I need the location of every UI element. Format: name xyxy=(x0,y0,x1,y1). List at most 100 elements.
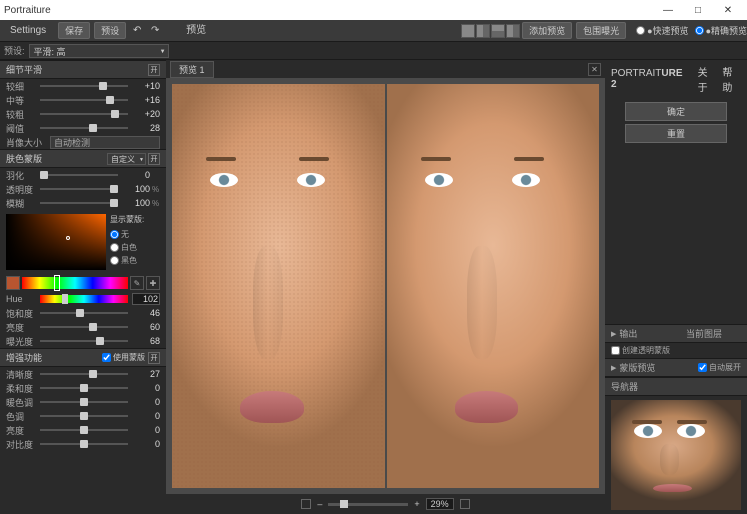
slider-value: 28 xyxy=(132,123,160,133)
undo-icon[interactable]: ↶ xyxy=(130,24,144,38)
slider-track[interactable] xyxy=(40,401,128,403)
zoom-in-button[interactable]: + xyxy=(414,499,419,509)
enhance-expand-icon[interactable]: 开 xyxy=(148,352,160,364)
fit-icon[interactable] xyxy=(301,499,311,509)
preview-tab[interactable]: 预览 xyxy=(176,20,216,42)
mask-none-radio[interactable]: 无 xyxy=(110,229,144,240)
slider-track[interactable] xyxy=(40,202,118,204)
slider-track[interactable] xyxy=(40,443,128,445)
color-gradient-picker[interactable] xyxy=(6,214,106,270)
enhance-header: 增强功能 xyxy=(6,351,42,364)
hue-value[interactable]: 102 xyxy=(132,293,160,305)
view-single-icon[interactable] xyxy=(461,24,475,38)
slider-value: 27 xyxy=(132,369,160,379)
view-mode-buttons xyxy=(461,24,520,38)
slider-track[interactable] xyxy=(40,415,128,417)
mask-mode-dropdown[interactable]: 自定义 xyxy=(107,153,146,165)
preset-button[interactable]: 预设 xyxy=(94,22,126,39)
slider-track[interactable] xyxy=(40,85,128,87)
preset-label: 预设: xyxy=(0,44,29,57)
color-swatch[interactable] xyxy=(6,276,20,290)
mask-header: 肤色蒙版 xyxy=(6,152,42,165)
bracket-button[interactable]: 包围曝光 xyxy=(576,22,626,39)
brand-text: PORTRAITURE 2 xyxy=(611,68,686,90)
maximize-button[interactable]: □ xyxy=(683,5,713,16)
mask-black-radio[interactable]: 黑色 xyxy=(110,255,144,266)
slider-value: 0 xyxy=(132,411,160,421)
reset-button[interactable]: 重置 xyxy=(625,124,727,143)
preview-tab-1[interactable]: 预览 1 xyxy=(170,61,214,78)
navigator-thumbnail[interactable] xyxy=(611,400,741,510)
slider-track[interactable] xyxy=(40,340,128,342)
close-tab-icon[interactable]: ✕ xyxy=(588,63,601,76)
close-button[interactable]: ✕ xyxy=(713,5,743,16)
save-button[interactable]: 保存 xyxy=(58,22,90,39)
zoom-slider[interactable] xyxy=(328,503,408,506)
quick-preview-radio[interactable]: ●快速预览 xyxy=(636,24,688,37)
detail-expand-icon[interactable]: 开 xyxy=(148,64,160,76)
slider-label: 暖色调 xyxy=(6,396,36,409)
preset-dropdown[interactable]: 平滑: 高 xyxy=(29,44,169,58)
zoom-value[interactable]: 29% xyxy=(426,498,454,510)
slider-track[interactable] xyxy=(40,188,118,190)
zoom-out-button[interactable]: – xyxy=(317,499,322,509)
slider-track[interactable] xyxy=(40,326,128,328)
hue-slider[interactable] xyxy=(40,295,128,303)
chevron-right-icon[interactable]: ▶ xyxy=(611,364,616,372)
slider-track[interactable] xyxy=(40,127,128,129)
redo-icon[interactable]: ↷ xyxy=(148,24,162,38)
portrait-size-label: 肖像大小 xyxy=(6,136,50,149)
slider-label: 较粗 xyxy=(6,108,36,121)
output-header: 输出 xyxy=(619,327,637,340)
mask-expand-icon[interactable]: 开 xyxy=(148,153,160,165)
slider-label: 透明度 xyxy=(6,183,36,196)
hue-strip[interactable] xyxy=(22,277,128,289)
mask-white-radio[interactable]: 白色 xyxy=(110,242,144,253)
slider-value: 0 xyxy=(132,383,160,393)
view-split-v-icon[interactable] xyxy=(476,24,490,38)
slider-label: 色调 xyxy=(6,410,36,423)
slider-value: +10 xyxy=(132,81,160,91)
slider-label: 较细 xyxy=(6,80,36,93)
view-slider-icon[interactable] xyxy=(506,24,520,38)
slider-label: 曝光度 xyxy=(6,335,36,348)
chevron-right-icon[interactable]: ▶ xyxy=(611,330,616,338)
output-layer-dropdown[interactable]: 当前图层 xyxy=(686,327,741,340)
slider-track[interactable] xyxy=(40,387,128,389)
about-link[interactable]: 关于 xyxy=(698,64,717,94)
ok-button[interactable]: 确定 xyxy=(625,102,727,121)
hue-label: Hue xyxy=(6,294,36,304)
settings-tab[interactable]: Settings xyxy=(0,20,56,42)
slider-value: +20 xyxy=(132,109,160,119)
show-mask-label: 显示蒙版: xyxy=(110,214,144,225)
eyedropper-icon[interactable]: ✎ xyxy=(130,276,144,290)
slider-track[interactable] xyxy=(40,312,128,314)
mask-preview-header: 蒙版预览 xyxy=(619,361,655,374)
help-link[interactable]: 帮助 xyxy=(722,64,741,94)
slider-track[interactable] xyxy=(40,174,118,176)
slider-value: 0 xyxy=(132,425,160,435)
slider-track[interactable] xyxy=(40,429,128,431)
slider-value: 100 xyxy=(122,184,150,194)
accurate-preview-radio[interactable]: ●精确预览 xyxy=(695,24,747,37)
slider-value: 0 xyxy=(132,439,160,449)
slider-value: 68 xyxy=(132,336,160,346)
slider-label: 羽化 xyxy=(6,169,36,182)
slider-track[interactable] xyxy=(40,113,128,115)
use-mask-checkbox[interactable]: 使用蒙版 xyxy=(102,352,145,363)
slider-track[interactable] xyxy=(40,373,128,375)
navigator-header: 导航器 xyxy=(611,380,638,393)
view-split-h-icon[interactable] xyxy=(491,24,505,38)
portrait-size-dropdown[interactable]: 自动检测 xyxy=(50,136,160,149)
auto-expand-checkbox[interactable]: 自动展开 xyxy=(698,362,741,373)
slider-value: 0 xyxy=(132,397,160,407)
preview-viewport[interactable] xyxy=(166,78,605,494)
preview-before xyxy=(172,84,385,488)
actual-size-icon[interactable] xyxy=(460,499,470,509)
minimize-button[interactable]: — xyxy=(653,5,683,16)
slider-track[interactable] xyxy=(40,99,128,101)
eyedropper-plus-icon[interactable]: ✚ xyxy=(146,276,160,290)
create-transparent-mask-checkbox[interactable]: 创建透明蒙版 xyxy=(611,345,670,356)
add-preview-button[interactable]: 添加预览 xyxy=(522,22,572,39)
app-title: Portraiture xyxy=(4,5,51,16)
